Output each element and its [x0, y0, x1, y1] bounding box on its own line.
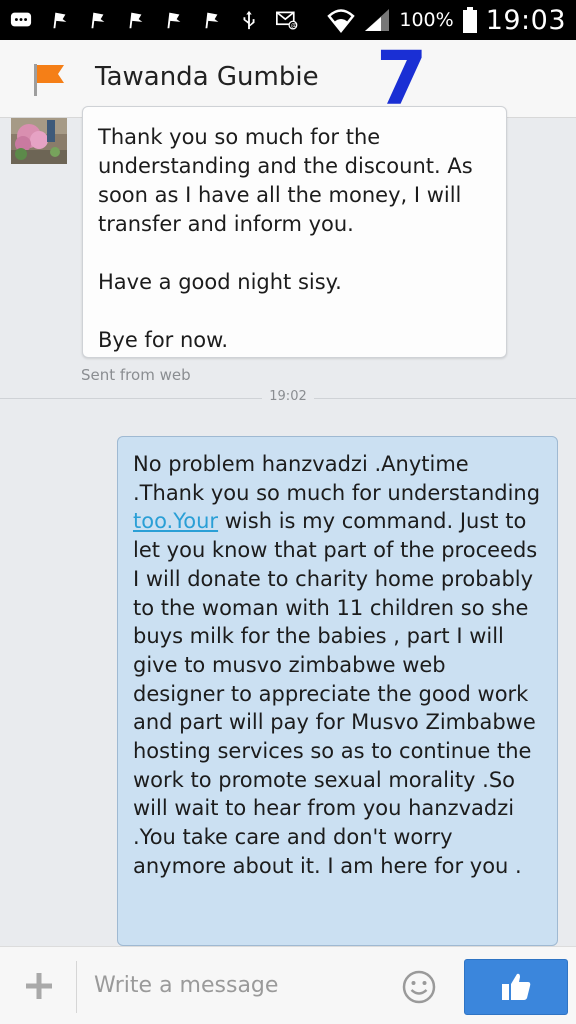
- contact-name[interactable]: Tawanda Gumbie: [95, 62, 319, 92]
- flag-icon[interactable]: [28, 58, 70, 100]
- email-icon: @: [276, 11, 298, 30]
- emoji-icon[interactable]: [401, 969, 437, 1005]
- flag-icon: [205, 12, 219, 29]
- flag-icon: [53, 12, 67, 29]
- sent-from-label: Sent from web: [81, 366, 191, 384]
- avatar[interactable]: [11, 118, 67, 164]
- incoming-message[interactable]: Thank you so much for the understanding …: [82, 106, 507, 358]
- divider: [76, 961, 77, 1013]
- signal-icon: [365, 9, 390, 31]
- flag-icon: [167, 12, 181, 29]
- flag-icon: [129, 12, 143, 29]
- flag-icon: [91, 12, 105, 29]
- outgoing-message[interactable]: No problem hanzvadzi .Anytime .Thank you…: [117, 436, 558, 946]
- clock: 19:03: [485, 4, 566, 36]
- like-button[interactable]: [464, 959, 568, 1015]
- incoming-message-text: Thank you so much for the understanding …: [98, 125, 473, 352]
- plus-icon[interactable]: [22, 969, 56, 1003]
- battery-icon: [462, 7, 477, 33]
- message-composer: [0, 946, 576, 1024]
- thumbs-up-icon: [502, 973, 531, 1000]
- notification-icons: @: [10, 6, 298, 34]
- status-bar: @ 100% 19:03: [0, 0, 576, 40]
- svg-text:@: @: [291, 24, 297, 30]
- status-right: 100% 19:03: [327, 4, 566, 36]
- usb-icon: [243, 10, 255, 30]
- message-text-part: wish is my command. Just to let you know…: [133, 509, 538, 878]
- battery-percentage: 100%: [399, 9, 454, 31]
- timestamp-divider: 19:02: [269, 389, 307, 404]
- message-link[interactable]: too.Your: [133, 509, 218, 533]
- message-text-part: No problem hanzvadzi .Anytime .Thank you…: [133, 452, 541, 505]
- outgoing-message-text: No problem hanzvadzi .Anytime .Thank you…: [133, 450, 543, 881]
- message-icon: [10, 12, 32, 27]
- message-input[interactable]: [86, 965, 386, 1005]
- wifi-icon: [327, 9, 356, 33]
